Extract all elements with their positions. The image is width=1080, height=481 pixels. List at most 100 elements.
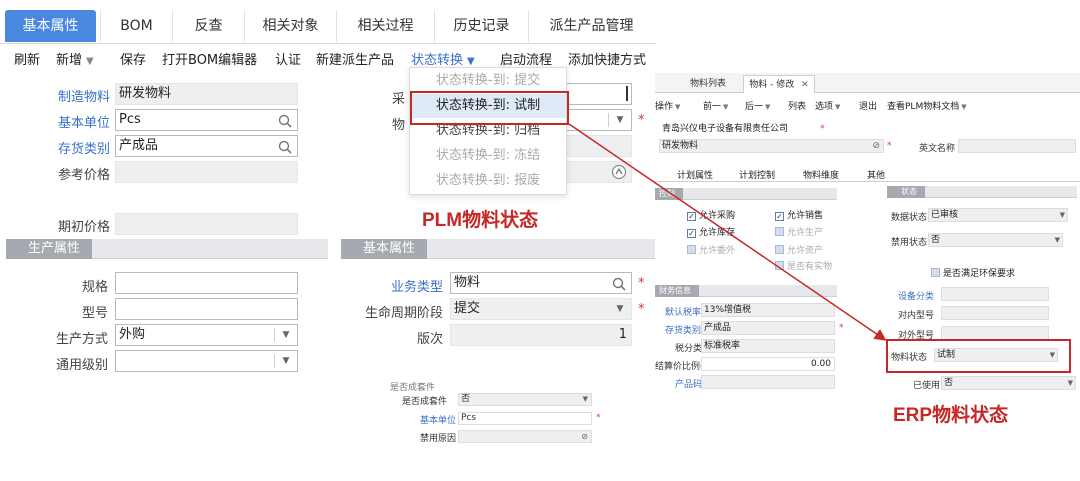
- biz-type-field[interactable]: 物料: [450, 272, 632, 294]
- certify-button[interactable]: 认证: [275, 49, 301, 68]
- new-derived-product-button[interactable]: 新建派生产品: [316, 49, 394, 68]
- hidden-field-2[interactable]: [566, 161, 632, 183]
- menu-item-submit[interactable]: 状态转换-到: 提交: [410, 69, 566, 93]
- erp-tab-material-list[interactable]: 物料列表: [675, 75, 741, 93]
- erp-tab-material-edit[interactable]: 物料 - 修改 ✕: [743, 75, 815, 93]
- erp-material-field[interactable]: 研发物料 ⊘: [659, 139, 884, 153]
- erp-menu-exit[interactable]: 退出: [859, 99, 877, 112]
- stock-type-field[interactable]: 产成品: [115, 135, 298, 157]
- chevron-down-icon: ▼: [1054, 236, 1060, 244]
- refresh-button[interactable]: 刷新: [14, 49, 40, 68]
- erp-menu-next[interactable]: 后一 ▼: [745, 99, 770, 112]
- material-select[interactable]: ▼: [566, 109, 632, 131]
- tab-basic-attributes[interactable]: 基本属性: [5, 10, 96, 42]
- open-bom-editor-button[interactable]: 打开BOM编辑器: [162, 49, 257, 68]
- biz-type-label[interactable]: 业务类型: [391, 276, 443, 295]
- tab-derived-products[interactable]: 派生产品管理: [528, 10, 654, 42]
- subtab-plan-attributes[interactable]: 计划属性: [677, 168, 713, 181]
- product-code-field[interactable]: [701, 375, 835, 389]
- save-button[interactable]: 保存: [120, 49, 146, 68]
- device-class-field[interactable]: [941, 287, 1049, 301]
- model-field[interactable]: [115, 298, 298, 320]
- used-select[interactable]: 否 ▼: [941, 376, 1076, 390]
- is-physical-checkbox[interactable]: 是否有实物: [775, 259, 832, 272]
- base-unit-field[interactable]: Pcs: [115, 109, 298, 131]
- general-level-select[interactable]: ▼: [115, 350, 298, 372]
- tax-rate-field[interactable]: 13%增值税: [701, 303, 835, 317]
- data-status-select[interactable]: 已审核 ▼: [928, 208, 1068, 222]
- menu-item-scrap[interactable]: 状态转换-到: 报废: [410, 169, 566, 193]
- company-field[interactable]: 青岛兴仪电子设备有限责任公司: [659, 122, 815, 136]
- make-material-field[interactable]: 研发物料: [115, 83, 298, 105]
- fragment-kit-select[interactable]: 否 ▼: [458, 393, 592, 406]
- tab-reverse-lookup[interactable]: 反查: [172, 10, 244, 42]
- purchase-field[interactable]: [566, 83, 632, 105]
- tax-class-field[interactable]: 标准税率: [701, 339, 835, 353]
- erp-menu-list[interactable]: 列表: [788, 99, 806, 112]
- search-icon[interactable]: [611, 276, 627, 292]
- env-checkbox[interactable]: 是否满足环保要求: [931, 266, 1015, 279]
- divider: [608, 113, 609, 127]
- erp-panel: 物料列表 物料 - 修改 ✕ 操作 ▼ 前一 ▼ 后一 ▼ 列表 选项 ▼ 退出 查看P…: [655, 73, 1080, 394]
- chevron-down-icon: ▼: [616, 304, 624, 314]
- divider: [274, 328, 275, 342]
- tab-history[interactable]: 历史记录: [434, 10, 528, 42]
- production-method-select[interactable]: 外购 ▼: [115, 324, 298, 346]
- state-transition-button[interactable]: 状态转换 ▼: [411, 49, 475, 68]
- ratio-field[interactable]: 0.00: [701, 357, 835, 371]
- erp-menu-options[interactable]: 选项 ▼: [815, 99, 840, 112]
- tab-bom[interactable]: BOM: [100, 10, 172, 42]
- fragment-disable-reason-label: 禁用原因: [420, 434, 457, 444]
- tab-related-processes[interactable]: 相关过程: [336, 10, 434, 42]
- allow-purchase-checkbox[interactable]: ✓ 允许采购: [687, 208, 735, 221]
- subtab-other[interactable]: 其他: [867, 168, 885, 181]
- hidden-field[interactable]: [566, 135, 632, 157]
- tab-related-objects[interactable]: 相关对象: [244, 10, 336, 42]
- text-cursor: [626, 86, 628, 101]
- allow-asset-checkbox[interactable]: 允许资产: [775, 243, 823, 256]
- english-name-field[interactable]: [958, 139, 1076, 153]
- version-field[interactable]: 1: [450, 324, 632, 346]
- close-icon[interactable]: ✕: [801, 80, 809, 90]
- add-shortcut-button[interactable]: 添加快捷方式: [568, 49, 646, 68]
- menu-item-freeze[interactable]: 状态转换-到: 冻结: [410, 144, 566, 168]
- fragment-disable-reason-field[interactable]: ⊘: [458, 430, 592, 443]
- lifecycle-label: 生命周期阶段: [365, 306, 444, 321]
- fragment-unit-label[interactable]: 基本单位: [420, 413, 456, 426]
- subtab-plan-control[interactable]: 计划控制: [739, 168, 775, 181]
- new-button[interactable]: 新增 ▼: [56, 49, 94, 68]
- internal-model-field[interactable]: [941, 306, 1049, 320]
- allow-stock-checkbox[interactable]: ✓ 允许库存: [687, 225, 735, 238]
- material-label: 物: [392, 118, 406, 133]
- clear-icon[interactable]: ⊘: [581, 431, 588, 442]
- erp-stock-type-field[interactable]: 产成品: [701, 321, 835, 335]
- make-material-label[interactable]: 制造物料: [58, 86, 110, 105]
- erp-menu-prev[interactable]: 前一 ▼: [703, 99, 728, 112]
- disable-status-select[interactable]: 否 ▼: [928, 233, 1063, 247]
- fragment-unit-field[interactable]: Pcs: [458, 412, 592, 425]
- ref-price-field[interactable]: [115, 161, 298, 183]
- allow-sale-checkbox[interactable]: ✓ 允许销售: [775, 208, 823, 221]
- search-icon[interactable]: [277, 139, 293, 155]
- lifecycle-select[interactable]: 提交 ▼: [450, 298, 632, 320]
- clear-icon[interactable]: [611, 164, 627, 180]
- clear-icon[interactable]: ⊘: [872, 140, 880, 152]
- search-icon[interactable]: [277, 113, 293, 129]
- tax-rate-label[interactable]: 默认税率: [665, 305, 701, 318]
- erp-menu-plm-doc[interactable]: 查看PLM物料文档 ▼: [887, 99, 967, 112]
- erp-stock-type-label[interactable]: 存货类别: [665, 323, 701, 336]
- stock-type-label[interactable]: 存货类别: [58, 138, 110, 157]
- spec-field[interactable]: [115, 272, 298, 294]
- allow-outsource-checkbox[interactable]: 允许委外: [687, 243, 735, 256]
- allow-produce-checkbox[interactable]: 允许生产: [775, 225, 823, 238]
- product-code-label[interactable]: 产品码: [675, 377, 702, 390]
- base-unit-label[interactable]: 基本单位: [58, 112, 110, 131]
- init-price-field[interactable]: [115, 213, 298, 235]
- subtab-material-dimension[interactable]: 物料维度: [803, 168, 839, 181]
- external-model-field[interactable]: [941, 326, 1049, 340]
- erp-menu-operation[interactable]: 操作 ▼: [655, 99, 680, 112]
- internal-model-label: 对内型号: [898, 311, 935, 321]
- device-class-label[interactable]: 设备分类: [898, 289, 934, 302]
- state-transition-label: 状态转换: [411, 53, 464, 68]
- start-flow-button[interactable]: 启动流程: [500, 49, 552, 68]
